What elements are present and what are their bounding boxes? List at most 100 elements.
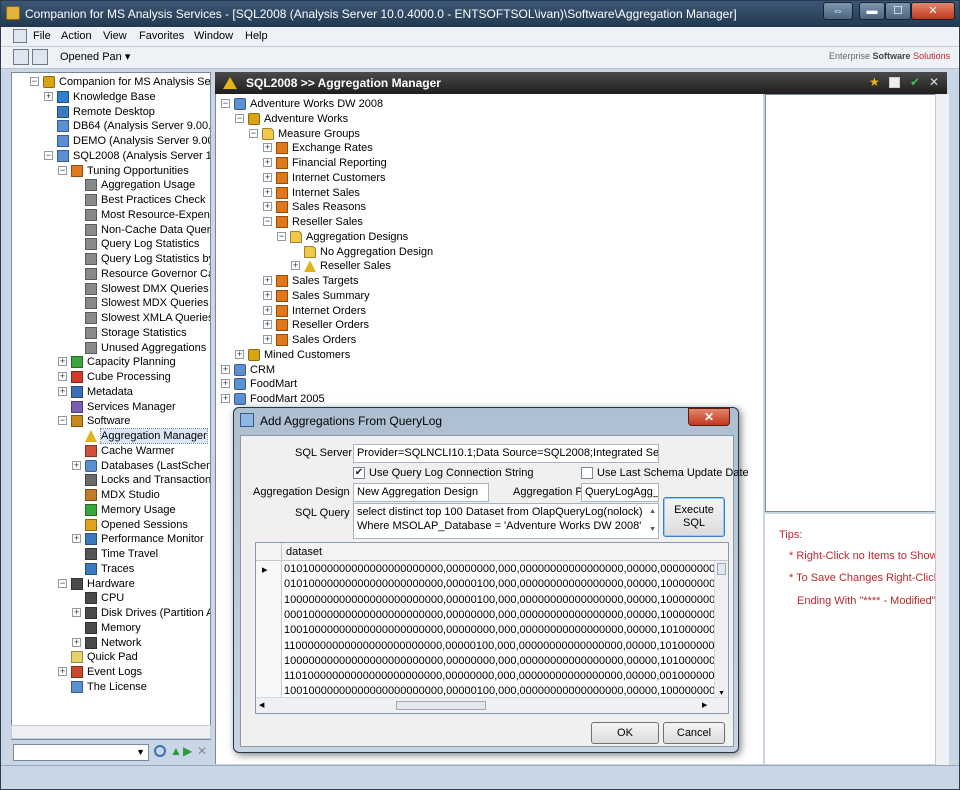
use-schema-date-checkbox[interactable] <box>581 467 593 479</box>
opened-pan-button[interactable]: Opened Pan ▾ <box>60 50 130 63</box>
menu-help[interactable]: Help <box>245 30 268 42</box>
execute-sql-button[interactable]: Execute SQL <box>663 497 725 537</box>
expand-icon[interactable]: + <box>263 335 272 344</box>
menu-action[interactable]: Action <box>61 30 92 42</box>
tree-item[interactable]: Memory <box>12 621 210 635</box>
restore-icon[interactable]: ⇔ <box>823 2 853 20</box>
tree-item[interactable]: − Adventure Works DW 2008 <box>216 97 763 111</box>
expand-icon[interactable]: + <box>72 460 81 470</box>
title-bar[interactable]: Companion for MS Analysis Services - [SQ… <box>1 1 959 27</box>
close-button[interactable]: ✕ <box>911 2 955 20</box>
tree-item[interactable]: + Cube Processing <box>12 370 210 384</box>
tree-item[interactable]: Locks and Transactions <box>12 473 210 487</box>
table-row[interactable]: 00010000000000000000000000,00000000,000,… <box>284 609 728 624</box>
tree-item[interactable]: Aggregation Manager <box>12 428 210 444</box>
tree-item[interactable]: + Sales Orders <box>216 333 763 347</box>
collapse-icon[interactable]: − <box>277 231 286 241</box>
tree-item[interactable]: − Reseller Sales <box>216 215 763 229</box>
table-row[interactable]: 10000000000000000000000000,00000000,000,… <box>284 655 728 670</box>
table-row[interactable]: 10010000000000000000000000,00000000,000,… <box>284 624 728 639</box>
tree-item[interactable]: No Aggregation Design <box>216 245 763 259</box>
menu-favorites[interactable]: Favorites <box>139 30 184 42</box>
tree-item[interactable]: + Sales Summary <box>216 289 763 303</box>
dataset-column-header[interactable]: dataset <box>286 546 322 558</box>
tree-item[interactable]: Services Manager <box>12 400 210 414</box>
menu-file[interactable]: File <box>33 30 51 42</box>
tree-item[interactable]: DEMO (Analysis Server 9.00.4035 <box>12 134 210 148</box>
scroll-left-icon[interactable]: ◀ <box>259 701 264 709</box>
tree-item[interactable]: CPU <box>12 591 210 605</box>
expand-icon[interactable]: + <box>263 158 272 167</box>
tree-item[interactable]: + Disk Drives (Partition Alignm <box>12 606 210 620</box>
table-row[interactable]: 11010000000000000000000000,00000000,000,… <box>284 670 728 685</box>
scroll-right-icon[interactable]: ▶ <box>702 701 707 709</box>
menu-view[interactable]: View <box>103 30 127 42</box>
tree-item[interactable]: − Software <box>12 414 210 428</box>
expand-icon[interactable]: + <box>72 608 81 617</box>
tree-item[interactable]: + Financial Reporting <box>216 156 763 170</box>
check-icon[interactable]: ✔ <box>910 75 920 89</box>
arrow-right-icon[interactable]: ▶ <box>183 744 192 758</box>
scroll-down-icon[interactable]: ▼ <box>649 523 656 537</box>
expand-icon[interactable]: + <box>58 667 67 676</box>
tree-item[interactable]: Memory Usage <box>12 503 210 517</box>
tree-item[interactable]: + Internet Customers <box>216 171 763 185</box>
tree-view-icon[interactable] <box>32 49 48 65</box>
tree-item[interactable]: Best Practices Check <box>12 193 210 207</box>
chevron-down-icon[interactable]: ▼ <box>136 747 145 757</box>
tree-item[interactable]: Aggregation Usage <box>12 178 210 192</box>
expand-icon[interactable]: + <box>291 261 300 271</box>
expand-icon[interactable]: + <box>263 202 272 212</box>
expand-icon[interactable]: + <box>58 357 67 367</box>
expand-icon[interactable]: + <box>235 349 244 359</box>
tree-item[interactable]: + Performance Monitor <box>12 532 210 546</box>
expand-icon[interactable]: + <box>263 143 272 153</box>
expand-icon[interactable]: + <box>263 320 272 330</box>
table-row[interactable]: 10000000000000000000000000,00000100,000,… <box>284 594 728 609</box>
tree-item[interactable]: Non-Cache Data Queries <box>12 223 210 237</box>
sql-server-input[interactable]: Provider=SQLNCLI10.1;Data Source=SQL2008… <box>353 444 659 463</box>
expand-icon[interactable]: + <box>263 305 272 315</box>
tree-item[interactable]: Slowest MDX Queries <box>12 296 210 310</box>
star-icon[interactable]: ★ <box>869 75 880 89</box>
collapse-icon[interactable]: − <box>263 217 272 226</box>
tree-item[interactable]: Unused Aggregations <box>12 341 210 355</box>
tree-item[interactable]: + Knowledge Base <box>12 90 210 104</box>
expand-icon[interactable]: + <box>72 534 81 544</box>
table-row[interactable]: 11000000000000000000000000,00000100,000,… <box>284 640 728 655</box>
tree-item[interactable]: Query Log Statistics by Use <box>12 252 210 266</box>
aggregation-prefix-input[interactable]: QueryLogAgg_ <box>581 483 659 502</box>
collapse-icon[interactable]: − <box>249 128 258 138</box>
grid-vertical-scrollbar[interactable]: ▼ <box>714 561 728 697</box>
tree-item[interactable]: + Databases (LastSchemaUpd <box>12 459 210 473</box>
expand-icon[interactable]: + <box>221 394 230 403</box>
tree-item[interactable]: + CRM <box>216 363 763 377</box>
scroll-down-icon[interactable]: ▼ <box>718 690 725 697</box>
tree-item[interactable]: − Measure Groups <box>216 127 763 141</box>
vertical-scrollbar[interactable] <box>935 94 949 782</box>
tree-item[interactable]: + Internet Sales <box>216 186 763 200</box>
tree-item[interactable]: + Reseller Orders <box>216 318 763 332</box>
collapse-icon[interactable]: − <box>44 150 53 160</box>
tree-item[interactable]: − SQL2008 (Analysis Server 10.0.40 <box>12 149 210 163</box>
collapse-icon[interactable]: − <box>30 77 39 86</box>
tree-item[interactable]: + Sales Targets <box>216 274 763 288</box>
tree-item[interactable]: + Sales Reasons <box>216 200 763 214</box>
expand-icon[interactable]: + <box>44 91 53 101</box>
collapse-icon[interactable]: − <box>58 416 67 426</box>
collapse-icon[interactable]: − <box>235 113 244 123</box>
tree-item[interactable]: + FoodMart 2005 <box>216 392 763 406</box>
tree-item[interactable]: Storage Statistics <box>12 326 210 340</box>
expand-icon[interactable]: + <box>263 276 272 285</box>
tree-item[interactable]: − Tuning Opportunities <box>12 164 210 178</box>
horizontal-scrollbar[interactable] <box>11 725 211 739</box>
search-combo[interactable]: ▼ <box>13 744 149 761</box>
tree-item[interactable]: − Aggregation Designs <box>216 230 763 244</box>
expand-icon[interactable]: + <box>263 187 272 197</box>
tree-item[interactable]: + Network <box>12 636 210 650</box>
tree-item[interactable]: Quick Pad <box>12 650 210 664</box>
table-row[interactable]: 01010000000000000000000000,00000000,000,… <box>284 563 728 578</box>
scroll-up-icon[interactable]: ▲ <box>649 505 656 519</box>
tree-item[interactable]: + Mined Customers <box>216 348 763 362</box>
tree-item[interactable]: Opened Sessions <box>12 518 210 532</box>
